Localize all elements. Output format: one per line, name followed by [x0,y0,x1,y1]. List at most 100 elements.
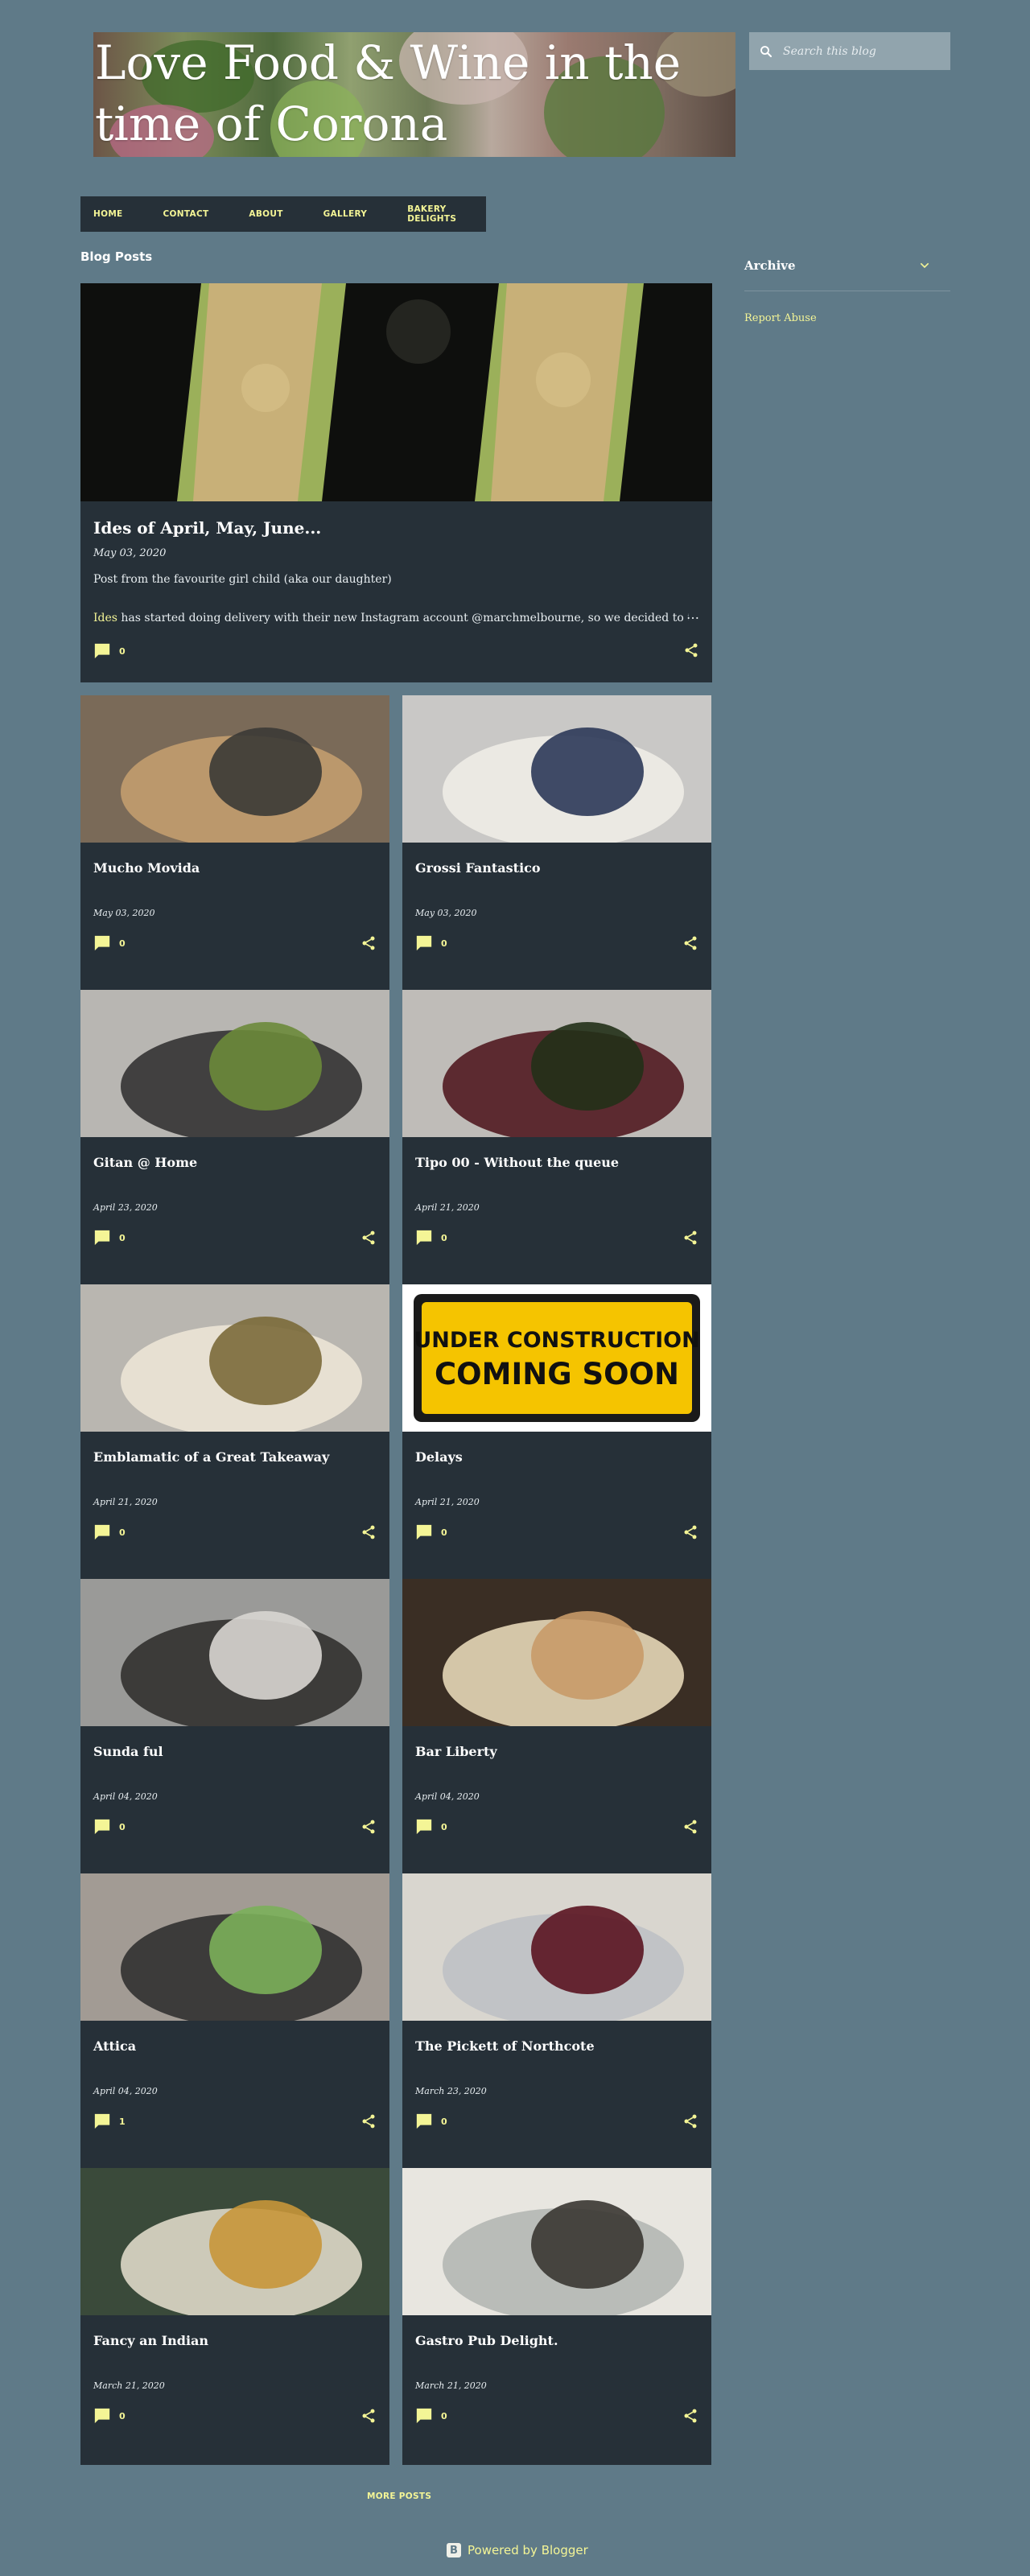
post-title[interactable]: Fancy an Indian [93,2333,375,2348]
comment-count: 0 [441,1821,447,1832]
post-date: May 03, 2020 [93,908,155,918]
post-title[interactable]: Bar Liberty [415,1744,697,1759]
report-abuse-link[interactable]: Report Abuse [744,312,817,324]
post-thumbnail[interactable] [402,990,711,1137]
post-title[interactable]: Delays [415,1449,697,1465]
share-icon[interactable] [360,1819,377,1838]
post-title[interactable]: Mucho Movida [93,860,375,876]
post-date: April 21, 2020 [415,1202,480,1213]
share-icon[interactable] [360,2408,377,2427]
read-more-ellipsis[interactable]: … [686,607,699,622]
post-date: March 21, 2020 [93,2380,165,2391]
post-thumbnail[interactable] [80,1579,389,1726]
post-card: Grossi Fantastico May 03, 2020 0 [402,695,711,992]
post-comments[interactable]: 0 [415,934,447,952]
post-thumbnail[interactable] [80,1284,389,1432]
comment-count: 0 [119,645,126,657]
nav-item-bakery-delights[interactable]: BAKERY DELIGHTS [407,204,456,224]
blog-title[interactable]: Love Food & Wine in the time of Corona [93,32,735,155]
post-comments[interactable]: 0 [93,1523,126,1541]
comment-icon [94,643,110,659]
featured-post-snippet-2: Ides has started doing delivery with the… [93,612,689,624]
search-input[interactable] [783,44,936,58]
comment-count: 0 [119,938,126,949]
nav-item-gallery[interactable]: GALLERY [323,209,368,219]
post-comments[interactable]: 0 [93,2407,126,2425]
share-icon[interactable] [360,1524,377,1544]
post-card: UNDER CONSTRUCTION COMING SOON Delays Ap… [402,1284,711,1581]
share-icon[interactable] [360,1230,377,1249]
nav-item-home[interactable]: HOME [93,209,123,219]
share-icon[interactable] [682,1524,698,1544]
comment-icon [416,1819,432,1835]
nav-item-contact[interactable]: CONTACT [163,209,209,219]
share-icon[interactable] [682,2113,698,2133]
post-thumbnail[interactable] [402,1873,711,2021]
blogger-logo-icon: B [447,2543,461,2557]
post-title[interactable]: Grossi Fantastico [415,860,697,876]
share-icon[interactable] [682,2408,698,2427]
post-title[interactable]: Attica [93,2038,375,2054]
search-box[interactable] [749,32,950,70]
featured-post: Ides of April, May, June... May 03, 2020… [80,283,712,682]
share-icon[interactable] [360,2113,377,2133]
post-title[interactable]: The Pickett of Northcote [415,2038,697,2054]
post-card: The Pickett of Northcote March 23, 2020 … [402,1873,711,2170]
post-date: April 21, 2020 [93,1497,158,1507]
post-thumbnail[interactable] [80,2168,389,2315]
post-card: Tipo 00 - Without the queue April 21, 20… [402,990,711,1287]
post-title[interactable]: Sunda ful [93,1744,375,1759]
post-card: Mucho Movida May 03, 2020 0 [80,695,389,992]
comment-icon [94,2113,110,2129]
more-posts-link[interactable]: MORE POSTS [367,2492,431,2501]
comment-count: 0 [441,938,447,949]
post-thumbnail[interactable] [402,1579,711,1726]
featured-post-date: May 03, 2020 [93,547,167,559]
featured-post-snippet-1: Post from the favourite girl child (aka … [93,573,392,586]
post-comments[interactable]: 0 [93,1229,126,1247]
share-icon[interactable] [683,642,699,662]
search-icon[interactable] [749,44,783,59]
post-comments[interactable]: 0 [415,1818,447,1836]
comment-icon [94,1230,110,1246]
post-thumbnail[interactable] [80,695,389,843]
post-comments[interactable]: 0 [93,934,126,952]
post-comments[interactable]: 0 [415,2112,447,2130]
post-date: March 21, 2020 [415,2380,487,2391]
post-comments[interactable]: 0 [415,1229,447,1247]
top-nav: HOME CONTACT ABOUT GALLERY BAKERY DELIGH… [80,196,486,232]
post-title[interactable]: Emblamatic of a Great Takeaway [93,1449,375,1465]
ides-link[interactable]: Ides [93,612,117,624]
nav-item-about[interactable]: ABOUT [249,209,282,219]
post-comments[interactable]: 0 [415,2407,447,2425]
chevron-down-icon[interactable] [918,259,931,272]
post-thumbnail[interactable] [402,2168,711,2315]
post-title[interactable]: Tipo 00 - Without the queue [415,1155,697,1170]
post-date: April 23, 2020 [93,1202,158,1213]
featured-post-image[interactable] [80,283,712,501]
post-thumbnail[interactable] [402,695,711,843]
post-thumbnail[interactable] [80,990,389,1137]
featured-post-title[interactable]: Ides of April, May, June... [93,518,321,538]
post-comments[interactable]: 0 [93,1818,126,1836]
share-icon[interactable] [682,935,698,954]
post-card: Fancy an Indian March 21, 2020 0 [80,2168,389,2465]
comment-icon [416,1524,432,1540]
post-thumbnail[interactable] [80,1873,389,2021]
featured-post-comments[interactable]: 0 [93,642,126,660]
post-title[interactable]: Gitan @ Home [93,1155,375,1170]
share-icon[interactable] [682,1230,698,1249]
share-icon[interactable] [682,1819,698,1838]
powered-by-blogger-link[interactable]: B Powered by Blogger [447,2543,588,2557]
share-icon[interactable] [360,935,377,954]
post-comments[interactable]: 0 [415,1523,447,1541]
post-comments[interactable]: 1 [93,2112,126,2130]
post-card: Gastro Pub Delight. March 21, 2020 0 [402,2168,711,2465]
comment-count: 1 [119,2116,126,2127]
post-thumbnail[interactable]: UNDER CONSTRUCTION COMING SOON [402,1284,711,1432]
archive-widget[interactable]: Archive [744,240,950,291]
comment-count: 0 [119,2410,126,2421]
comment-count: 0 [441,1527,447,1538]
post-title[interactable]: Gastro Pub Delight. [415,2333,697,2348]
comment-icon [94,2408,110,2424]
